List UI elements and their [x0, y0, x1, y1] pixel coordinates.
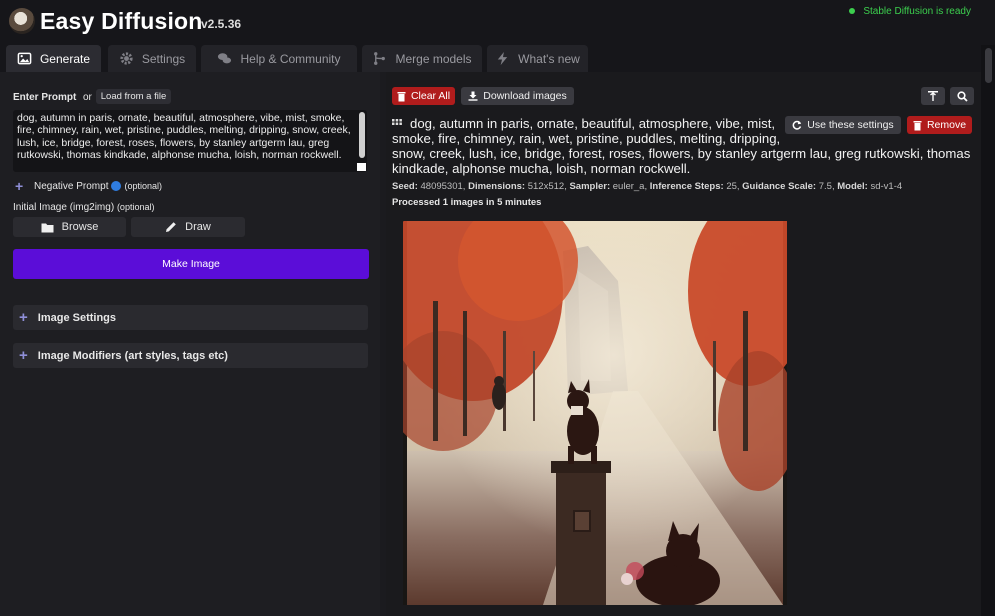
draw-label: Draw	[185, 221, 211, 233]
status-dot-icon	[849, 8, 856, 15]
download-icon	[468, 91, 478, 101]
scroll-top-button[interactable]	[921, 87, 945, 105]
steps-label: Inference Steps:	[649, 181, 724, 192]
sampler-value: euler_a	[612, 181, 645, 192]
image-icon	[17, 52, 32, 65]
remove-button[interactable]: Remove	[907, 116, 972, 134]
clear-all-button[interactable]: Clear All	[392, 87, 455, 105]
chat-icon	[218, 53, 232, 64]
pencil-icon	[166, 222, 176, 232]
optional-text: (optional)	[116, 202, 155, 212]
model-value: sd-v1-4	[870, 181, 903, 192]
arrows-up-icon	[928, 91, 938, 101]
trash-icon	[397, 91, 406, 101]
seed-label: Seed:	[392, 181, 418, 192]
prompt-scrollbar[interactable]	[359, 112, 365, 158]
dimensions-label: Dimensions:	[468, 181, 526, 192]
guidance-label: Guidance Scale:	[742, 181, 817, 192]
negative-prompt-toggle[interactable]: Negative Prompt (optional)	[34, 181, 162, 192]
image-settings-label: Image Settings	[37, 311, 117, 324]
initial-image-label: Initial Image (img2img) (optional)	[13, 202, 154, 213]
browse-button[interactable]: Browse	[13, 217, 126, 237]
tab-generate[interactable]: Generate	[6, 45, 101, 72]
processed-status: Processed 1 images in 5 minutes	[392, 197, 542, 208]
app-logo	[9, 8, 35, 34]
load-from-file-button[interactable]: Load from a file	[96, 89, 171, 104]
image-modifiers-panel[interactable]: + Image Modifiers (art styles, tags etc)	[13, 343, 368, 368]
tab-whats-new[interactable]: What's new	[487, 45, 588, 72]
image-modifiers-label: Image Modifiers (art styles, tags etc)	[37, 349, 228, 362]
generated-image-art	[403, 221, 787, 605]
optional-text: (optional)	[124, 181, 163, 191]
plus-icon: +	[19, 309, 28, 326]
make-image-button[interactable]: Make Image	[13, 249, 369, 279]
negative-prompt-label: Negative Prompt	[34, 181, 109, 192]
bolt-icon	[497, 51, 508, 66]
steps-value: 25	[726, 181, 737, 192]
refresh-icon	[792, 120, 802, 130]
clear-all-label: Clear All	[410, 90, 451, 102]
tab-label: Settings	[141, 51, 186, 66]
prompt-textarea[interactable]: dog, autumn in paris, ornate, beautiful,…	[13, 110, 367, 172]
seed-value: 48095301	[420, 181, 463, 192]
download-images-button[interactable]: Download images	[461, 87, 574, 105]
tab-label: Generate	[39, 51, 91, 66]
app-version: v2.5.36	[201, 17, 242, 31]
tab-label: What's new	[518, 51, 580, 66]
plus-icon[interactable]: +	[15, 178, 23, 194]
page-scrollbar-thumb[interactable]	[985, 48, 992, 83]
sampler-label: Sampler:	[569, 181, 611, 192]
download-images-label: Download images	[483, 90, 567, 102]
dimensions-value: 512x512	[527, 181, 565, 192]
model-label: Model:	[837, 181, 868, 192]
use-settings-button[interactable]: Use these settings	[785, 116, 901, 134]
trash-icon	[913, 120, 922, 130]
page-scrollbar[interactable]	[981, 45, 995, 616]
guidance-value: 7.5	[818, 181, 832, 192]
search-button[interactable]	[950, 87, 974, 105]
tab-label: Help & Community	[240, 51, 341, 66]
search-icon	[956, 90, 968, 102]
status-text: Stable Diffusion is ready	[863, 6, 971, 17]
draw-button[interactable]: Draw	[131, 217, 245, 237]
merge-icon	[374, 52, 386, 65]
plus-icon: +	[19, 347, 28, 364]
browse-label: Browse	[61, 221, 99, 233]
resize-handle[interactable]	[357, 163, 366, 171]
image-settings-panel[interactable]: + Image Settings	[13, 305, 368, 330]
image-metadata: Seed: 48095301, Dimensions: 512x512, Sam…	[392, 181, 903, 192]
tab-label: Merge models	[395, 51, 472, 66]
tab-settings[interactable]: Settings	[108, 45, 196, 72]
initial-image-text: Initial Image (img2img)	[13, 202, 115, 213]
app-title: Easy Diffusion	[40, 8, 203, 34]
gear-icon	[120, 52, 133, 65]
remove-label: Remove	[926, 119, 967, 131]
tab-merge-models[interactable]: Merge models	[362, 45, 482, 72]
generated-image[interactable]	[403, 221, 787, 605]
use-settings-label: Use these settings	[807, 119, 894, 131]
folder-icon	[41, 223, 54, 232]
or-text: or	[83, 92, 92, 103]
tab-help[interactable]: Help & Community	[201, 45, 357, 72]
prompt-label: Enter Prompt	[13, 92, 77, 103]
info-icon[interactable]	[111, 181, 122, 192]
status-indicator: Stable Diffusion is ready	[849, 6, 971, 17]
